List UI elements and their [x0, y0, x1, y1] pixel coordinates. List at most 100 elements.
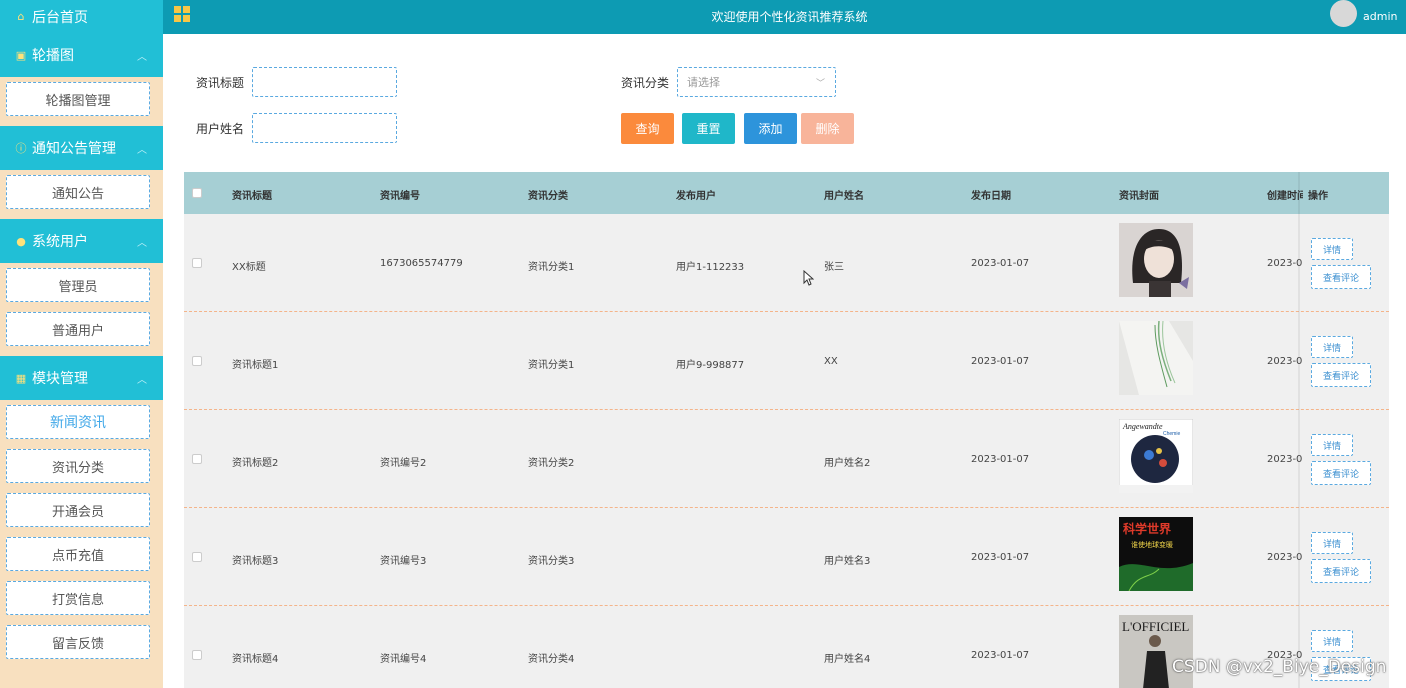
sidebar-item-recharge[interactable]: 点币充值 [6, 537, 150, 571]
sidebar-group-label: 模块管理 [32, 371, 88, 387]
header-title: 资讯标题 [232, 191, 272, 202]
select-all-checkbox[interactable] [192, 188, 202, 198]
sidebar-item-news-category[interactable]: 资讯分类 [6, 449, 150, 483]
cover-journal-title: Angewandte [1122, 422, 1163, 431]
home-icon: ⌂ [17, 10, 25, 23]
sidebar-item-admins[interactable]: 管理员 [6, 268, 150, 302]
category-label: 资讯分类 [621, 76, 670, 90]
grid-icon: ▦ [15, 371, 27, 385]
sidebar-item-notice[interactable]: 通知公告 [6, 175, 150, 209]
sidebar-item-membership[interactable]: 开通会员 [6, 493, 150, 527]
cell-username: 用户姓名3 [824, 556, 871, 567]
cell-code: 1673065574779 [380, 258, 463, 269]
row-checkbox[interactable] [192, 356, 202, 366]
sidebar-group-notice[interactable]: ⓘ 通知公告管理 ︿ [0, 126, 163, 170]
avatar[interactable] [1330, 0, 1357, 27]
detail-button[interactable]: 详情 [1311, 336, 1353, 358]
sidebar-item-news[interactable]: 新闻资讯 [6, 405, 150, 439]
sidebar-item-carousel-manage[interactable]: 轮播图管理 [6, 82, 150, 116]
sidebar-group-modules[interactable]: ▦ 模块管理 ︿ [0, 356, 163, 400]
sidebar-group-carousel[interactable]: ▣ 轮播图 ︿ [0, 33, 163, 77]
fixed-column-shadow [1298, 172, 1300, 688]
header-username: 用户姓名 [824, 191, 864, 202]
cover-fashion-title: L'OFFICIEL [1122, 619, 1189, 634]
cell-username: XX [824, 356, 838, 367]
chevron-up-icon: ︿ [137, 52, 147, 63]
table-row: 资讯标题1 资讯分类1 用户9-998877 XX 2023-01-07 详情 … [184, 312, 1389, 410]
add-button[interactable]: 添加 [744, 113, 797, 144]
mouse-cursor-icon [803, 270, 814, 286]
sidebar: ⌂ 后台首页 ▣ 轮播图 ︿ 轮播图管理 ⓘ 通知公告管理 ︿ 通知公告 ● 系… [0, 0, 163, 688]
cell-username: 用户姓名4 [824, 654, 871, 665]
cover-image-magazine[interactable]: 科学世界 谁使地球变暖 [1119, 517, 1193, 591]
category-select[interactable]: 请选择 ﹀ [677, 67, 836, 97]
row-checkbox[interactable] [192, 454, 202, 464]
user-icon: ● [16, 234, 26, 248]
cover-image-abstract[interactable] [1119, 321, 1193, 395]
detail-button[interactable]: 详情 [1311, 532, 1353, 554]
cell-title: 资讯标题1 [232, 360, 279, 371]
cell-date: 2023-01-07 [971, 356, 1030, 367]
view-comments-button[interactable]: 查看评论 [1311, 461, 1371, 485]
sidebar-item-normal-users[interactable]: 普通用户 [6, 312, 150, 346]
cell-category: 资讯分类1 [528, 360, 575, 371]
cell-code: 资讯编号2 [380, 458, 427, 469]
reset-button[interactable]: 重置 [682, 113, 735, 144]
cell-publisher: 用户1-112233 [676, 262, 745, 273]
chevron-up-icon: ︿ [137, 375, 147, 386]
header-publisher: 发布用户 [676, 191, 716, 202]
username-label[interactable]: admin [1363, 10, 1397, 23]
sidebar-home[interactable]: ⌂ 后台首页 [0, 0, 163, 33]
sidebar-group-label: 系统用户 [32, 234, 88, 250]
view-comments-button[interactable]: 查看评论 [1311, 559, 1371, 583]
news-table: 资讯标题 资讯编号 资讯分类 发布用户 用户姓名 发布日期 资讯封面 创建时间 … [184, 172, 1389, 688]
cell-date: 2023-01-07 [971, 552, 1030, 563]
cell-date: 2023-01-07 [971, 650, 1030, 661]
sidebar-group-label: 通知公告管理 [32, 141, 116, 157]
info-circle-icon: ⓘ [15, 142, 27, 155]
header-ops: 操作 [1308, 191, 1328, 202]
cover-magazine-headline: 谁使地球变暖 [1131, 540, 1173, 549]
table-row: 资讯标题2 资讯编号2 资讯分类2 用户姓名2 2023-01-07 Angew… [184, 410, 1389, 508]
cell-date: 2023-01-07 [971, 258, 1030, 269]
title-input[interactable] [252, 67, 397, 97]
cover-image-portrait[interactable] [1119, 223, 1193, 297]
header-category: 资讯分类 [528, 191, 568, 202]
cell-code: 资讯编号3 [380, 556, 427, 567]
cell-title: 资讯标题4 [232, 654, 279, 665]
sidebar-group-users[interactable]: ● 系统用户 ︿ [0, 219, 163, 263]
title-label: 资讯标题 [196, 76, 245, 90]
username-label-search: 用户姓名 [196, 122, 245, 136]
cell-username: 张三 [824, 262, 844, 273]
header-cover: 资讯封面 [1119, 191, 1159, 202]
row-checkbox[interactable] [192, 552, 202, 562]
cell-title: 资讯标题2 [232, 458, 279, 469]
table-row: 资讯标题3 资讯编号3 资讯分类3 用户姓名3 2023-01-07 科学世界 … [184, 508, 1389, 606]
row-checkbox[interactable] [192, 650, 202, 660]
row-checkbox[interactable] [192, 258, 202, 268]
sidebar-item-feedback[interactable]: 留言反馈 [6, 625, 150, 659]
detail-button[interactable]: 详情 [1311, 630, 1353, 652]
chevron-down-icon: ﹀ [815, 79, 825, 89]
view-comments-button[interactable]: 查看评论 [1311, 265, 1371, 289]
detail-button[interactable]: 详情 [1311, 238, 1353, 260]
sidebar-item-tips[interactable]: 打赏信息 [6, 581, 150, 615]
sidebar-home-label: 后台首页 [32, 9, 88, 26]
table-header: 资讯标题 资讯编号 资讯分类 发布用户 用户姓名 发布日期 资讯封面 创建时间 … [184, 172, 1389, 214]
cover-magazine-title: 科学世界 [1123, 521, 1171, 536]
page-title: 欢迎使用个性化资讯推荐系统 [711, 10, 868, 24]
detail-button[interactable]: 详情 [1311, 434, 1353, 456]
view-comments-button[interactable]: 查看评论 [1311, 363, 1371, 387]
cell-date: 2023-01-07 [971, 454, 1030, 465]
cell-category: 资讯分类3 [528, 556, 575, 567]
cover-image-fashion[interactable]: L'OFFICIEL [1119, 615, 1193, 688]
cover-journal-subtitle: Chemie [1163, 431, 1180, 437]
username-input[interactable] [252, 113, 397, 143]
sidebar-group-label: 轮播图 [32, 48, 74, 64]
image-icon: ▣ [15, 48, 27, 62]
app-root: ⌂ 后台首页 ▣ 轮播图 ︿ 轮播图管理 ⓘ 通知公告管理 ︿ 通知公告 ● 系… [0, 0, 1406, 688]
delete-button[interactable]: 删除 [801, 113, 854, 144]
header-code: 资讯编号 [380, 191, 420, 202]
query-button[interactable]: 查询 [621, 113, 674, 144]
cover-image-journal[interactable]: Angewandte Chemie [1119, 419, 1193, 493]
